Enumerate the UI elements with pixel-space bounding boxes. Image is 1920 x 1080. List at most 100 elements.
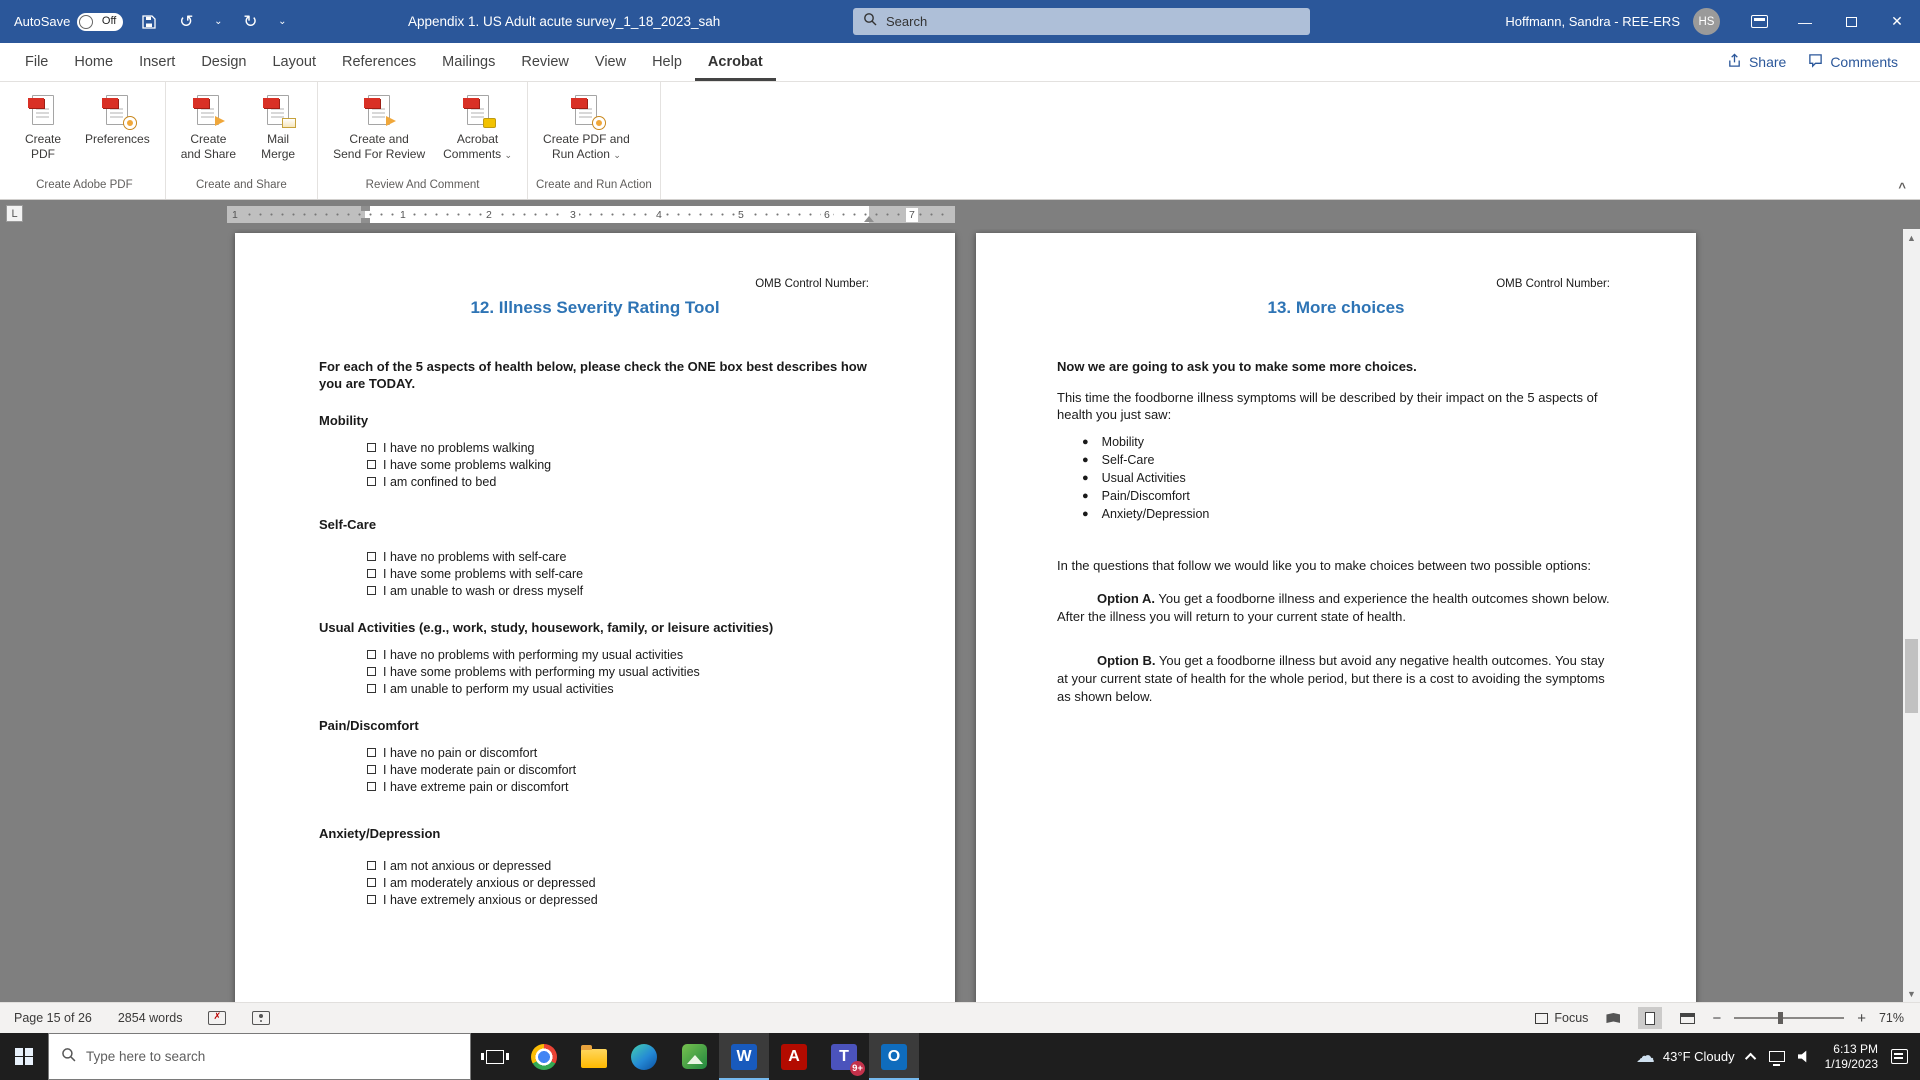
- maximize-button[interactable]: [1828, 0, 1874, 43]
- tab-references[interactable]: References: [329, 43, 429, 81]
- checkbox-option[interactable]: I have no problems with performing my us…: [367, 646, 871, 663]
- tab-help[interactable]: Help: [639, 43, 695, 81]
- acrobat-taskbar-icon[interactable]: [769, 1033, 819, 1080]
- redo-icon[interactable]: ↻: [239, 8, 261, 36]
- ribbon-display-options-icon[interactable]: [1736, 0, 1782, 43]
- web-layout-button[interactable]: [1675, 1007, 1699, 1029]
- scroll-up-icon[interactable]: ▲: [1903, 229, 1920, 246]
- checkbox-option[interactable]: I have extremely anxious or depressed: [367, 891, 871, 908]
- share-button[interactable]: Share: [1727, 53, 1786, 71]
- checkbox-icon[interactable]: [367, 460, 376, 469]
- checkbox-icon[interactable]: [367, 861, 376, 870]
- minimize-button[interactable]: —: [1782, 0, 1828, 43]
- checkbox-option[interactable]: I have some problems walking: [367, 456, 871, 473]
- first-line-indent-marker[interactable]: [361, 206, 370, 211]
- task-view-button[interactable]: [471, 1033, 519, 1080]
- outlook-taskbar-icon[interactable]: [869, 1033, 919, 1080]
- word-count-status[interactable]: 2854 words: [118, 1011, 183, 1025]
- checkbox-option[interactable]: I have no pain or discomfort: [367, 744, 871, 761]
- checkbox-option[interactable]: I have extreme pain or discomfort: [367, 778, 871, 795]
- checkbox-icon[interactable]: [367, 895, 376, 904]
- zoom-level[interactable]: 71%: [1879, 1011, 1904, 1025]
- autosave-switch[interactable]: Off: [77, 13, 123, 31]
- quick-access-dropdown-icon[interactable]: ⌄: [276, 8, 288, 36]
- checkbox-option[interactable]: I am moderately anxious or depressed: [367, 874, 871, 891]
- focus-mode-button[interactable]: Focus: [1535, 1011, 1588, 1025]
- page-number-status[interactable]: Page 15 of 26: [14, 1011, 92, 1025]
- zoom-in-button[interactable]: +: [1857, 1010, 1866, 1027]
- left-indent-marker[interactable]: [361, 218, 370, 223]
- create-pdf-button[interactable]: Create PDF: [12, 89, 74, 166]
- checkbox-icon[interactable]: [367, 650, 376, 659]
- photos-app-taskbar-icon[interactable]: [669, 1033, 719, 1080]
- horizontal-ruler[interactable]: 1 1 2 3 4 5 6 7: [227, 206, 955, 223]
- checkbox-option[interactable]: I am not anxious or depressed: [367, 857, 871, 874]
- acrobat-comments-button[interactable]: Acrobat Comments ⌄: [436, 89, 519, 167]
- zoom-slider[interactable]: [1734, 1017, 1844, 1019]
- print-layout-button[interactable]: [1638, 1007, 1662, 1029]
- avatar[interactable]: HS: [1693, 8, 1720, 35]
- file-explorer-taskbar-icon[interactable]: [569, 1033, 619, 1080]
- vertical-scrollbar[interactable]: ▲ ▼: [1903, 229, 1920, 1002]
- tab-insert[interactable]: Insert: [126, 43, 188, 81]
- checkbox-icon[interactable]: [367, 477, 376, 486]
- checkbox-option[interactable]: I have some problems with performing my …: [367, 663, 871, 680]
- scroll-down-icon[interactable]: ▼: [1903, 985, 1920, 1002]
- create-and-send-for-review-button[interactable]: Create and Send For Review: [326, 89, 432, 166]
- zoom-out-button[interactable]: −: [1712, 1010, 1721, 1027]
- tab-file[interactable]: File: [12, 43, 61, 81]
- checkbox-option[interactable]: I am confined to bed: [367, 473, 871, 490]
- document-page-2[interactable]: OMB Control Number: 13. More choices Now…: [976, 233, 1696, 1002]
- checkbox-option[interactable]: I have some problems with self-care: [367, 565, 871, 582]
- checkbox-icon[interactable]: [367, 586, 376, 595]
- clock[interactable]: 6:13 PM 1/19/2023: [1825, 1042, 1878, 1072]
- tab-review[interactable]: Review: [508, 43, 582, 81]
- network-icon[interactable]: [1769, 1051, 1785, 1062]
- checkbox-icon[interactable]: [367, 684, 376, 693]
- proofing-errors-icon[interactable]: [208, 1011, 226, 1025]
- checkbox-icon[interactable]: [367, 878, 376, 887]
- accessibility-checker-icon[interactable]: [252, 1011, 270, 1025]
- comments-button[interactable]: Comments: [1808, 53, 1898, 71]
- edge-taskbar-icon[interactable]: [619, 1033, 669, 1080]
- checkbox-icon[interactable]: [367, 782, 376, 791]
- tab-home[interactable]: Home: [61, 43, 126, 81]
- taskbar-search-input[interactable]: [86, 1049, 470, 1064]
- undo-dropdown-icon[interactable]: ⌄: [212, 8, 224, 36]
- create-and-share-button[interactable]: Create and Share: [174, 89, 243, 166]
- right-indent-marker[interactable]: [864, 216, 874, 222]
- tab-design[interactable]: Design: [188, 43, 259, 81]
- checkbox-icon[interactable]: [367, 443, 376, 452]
- user-name[interactable]: Hoffmann, Sandra - REE-ERS: [1505, 14, 1680, 29]
- document-title[interactable]: Appendix 1. US Adult acute survey_1_18_2…: [408, 0, 720, 43]
- taskbar-search-box[interactable]: [48, 1033, 471, 1080]
- action-center-icon[interactable]: [1891, 1049, 1908, 1064]
- preferences-button[interactable]: Preferences: [78, 89, 157, 151]
- checkbox-icon[interactable]: [367, 552, 376, 561]
- checkbox-icon[interactable]: [367, 667, 376, 676]
- checkbox-option[interactable]: I am unable to wash or dress myself: [367, 582, 871, 599]
- read-mode-button[interactable]: [1601, 1007, 1625, 1029]
- checkbox-option[interactable]: I have no problems with self-care: [367, 548, 871, 565]
- autosave-toggle[interactable]: AutoSave Off: [14, 13, 123, 31]
- start-button[interactable]: [0, 1033, 48, 1080]
- undo-icon[interactable]: ↺: [175, 8, 197, 36]
- checkbox-option[interactable]: I am unable to perform my usual activiti…: [367, 680, 871, 697]
- tab-view[interactable]: View: [582, 43, 639, 81]
- teams-taskbar-icon[interactable]: 9+: [819, 1033, 869, 1080]
- speaker-icon[interactable]: [1798, 1050, 1812, 1064]
- weather-widget[interactable]: ☁ 43°F Cloudy: [1636, 1045, 1735, 1068]
- tab-mailings[interactable]: Mailings: [429, 43, 508, 81]
- word-taskbar-icon[interactable]: [719, 1033, 769, 1080]
- tab-stop-selector[interactable]: L: [6, 205, 23, 222]
- scrollbar-thumb[interactable]: [1905, 639, 1918, 713]
- title-search-box[interactable]: [853, 8, 1310, 35]
- save-icon[interactable]: [138, 8, 160, 36]
- show-hidden-icons-chevron[interactable]: [1745, 1052, 1756, 1063]
- tab-layout[interactable]: Layout: [259, 43, 329, 81]
- close-button[interactable]: ✕: [1874, 0, 1920, 43]
- checkbox-icon[interactable]: [367, 765, 376, 774]
- search-input[interactable]: [886, 14, 1310, 29]
- chrome-taskbar-icon[interactable]: [519, 1033, 569, 1080]
- checkbox-icon[interactable]: [367, 748, 376, 757]
